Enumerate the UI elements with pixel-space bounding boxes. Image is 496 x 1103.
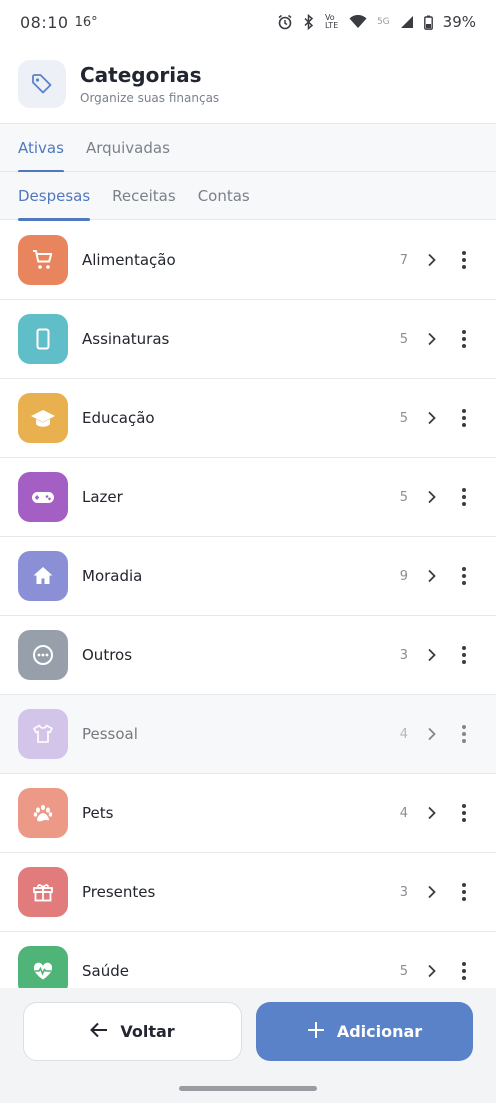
battery-icon [423, 15, 433, 30]
category-row[interactable]: Pets 4 [0, 774, 496, 853]
chevron-right-icon[interactable] [422, 882, 442, 902]
tab-ativas[interactable]: Ativas [18, 124, 64, 173]
gamepad-icon [18, 472, 68, 522]
category-row[interactable]: Pessoal 4 [0, 695, 496, 774]
chevron-right-icon[interactable] [422, 961, 442, 981]
more-vertical-icon[interactable] [454, 485, 474, 509]
category-name: Saúde [82, 962, 129, 980]
category-count: 4 [399, 726, 408, 742]
category-row[interactable]: Moradia 9 [0, 537, 496, 616]
tab-receitas[interactable]: Receitas [112, 172, 176, 220]
chevron-right-icon[interactable] [422, 803, 442, 823]
category-list: Alimentação 7 Assinaturas 5 Educação 5 L… [0, 221, 496, 988]
category-name: Pessoal [82, 725, 138, 743]
more-circle-icon [18, 630, 68, 680]
battery-percent: 39% [442, 13, 476, 31]
home-icon [18, 551, 68, 601]
alarm-icon [277, 14, 293, 30]
status-bar: 08:10 16° Vo LTE 5G 39% [0, 0, 496, 44]
cart-icon [18, 235, 68, 285]
arrow-left-icon [90, 1022, 120, 1042]
category-row[interactable]: Lazer 5 [0, 458, 496, 537]
category-name: Presentes [82, 883, 156, 901]
chevron-right-icon[interactable] [422, 487, 442, 507]
gift-icon [18, 867, 68, 917]
heart-pulse-icon [18, 946, 68, 988]
more-vertical-icon[interactable] [454, 880, 474, 904]
chevron-right-icon[interactable] [422, 566, 442, 586]
category-count: 3 [399, 647, 408, 663]
add-button[interactable]: Adicionar [256, 1002, 473, 1061]
more-vertical-icon[interactable] [454, 801, 474, 825]
bottom-action-bar: Voltar Adicionar [0, 988, 496, 1103]
category-name: Alimentação [82, 251, 176, 269]
category-count: 5 [399, 410, 408, 426]
category-name: Assinaturas [82, 330, 170, 348]
header-text: Categorias Organize suas finanças [80, 63, 219, 105]
tab-arquivadas[interactable]: Arquivadas [86, 124, 170, 172]
category-name: Educação [82, 409, 155, 427]
category-count: 9 [399, 568, 408, 584]
more-vertical-icon[interactable] [454, 722, 474, 746]
add-button-label: Adicionar [336, 1022, 423, 1041]
status-icons: Vo LTE 5G 39% [277, 13, 476, 31]
category-name: Pets [82, 804, 114, 822]
category-count: 5 [399, 963, 408, 979]
shirt-icon [18, 709, 68, 759]
signal-icon [400, 15, 414, 29]
page-subtitle: Organize suas finanças [80, 90, 220, 105]
more-vertical-icon[interactable] [454, 327, 474, 351]
status-temperature: 16° [74, 14, 98, 30]
category-row[interactable]: Alimentação 7 [0, 221, 496, 300]
bluetooth-icon [303, 14, 315, 30]
phone-icon [18, 314, 68, 364]
more-vertical-icon[interactable] [454, 643, 474, 667]
chevron-right-icon[interactable] [422, 250, 442, 270]
category-count: 5 [399, 489, 408, 505]
category-count: 7 [399, 252, 408, 268]
type-tabs: Despesas Receitas Contas [0, 172, 496, 221]
more-vertical-icon[interactable] [454, 248, 474, 272]
chevron-right-icon[interactable] [422, 724, 442, 744]
tab-contas[interactable]: Contas [198, 172, 250, 220]
more-vertical-icon[interactable] [454, 564, 474, 588]
back-button-label: Voltar [120, 1022, 175, 1041]
category-count: 4 [399, 805, 408, 821]
more-vertical-icon[interactable] [454, 406, 474, 430]
paw-icon [18, 788, 68, 838]
category-count: 5 [399, 331, 408, 347]
category-row[interactable]: Outros 3 [0, 616, 496, 695]
graduation-cap-icon [18, 393, 68, 443]
chevron-right-icon[interactable] [422, 408, 442, 428]
chevron-right-icon[interactable] [422, 645, 442, 665]
chevron-right-icon[interactable] [422, 329, 442, 349]
category-row[interactable]: Presentes 3 [0, 853, 496, 932]
category-name: Lazer [82, 488, 123, 506]
wifi-icon [349, 15, 367, 29]
plus-icon [307, 1021, 337, 1043]
category-count: 3 [399, 884, 408, 900]
volte-icon: Vo LTE [324, 13, 339, 30]
tag-icon [18, 59, 66, 108]
category-row[interactable]: Assinaturas 5 [0, 300, 496, 379]
category-row[interactable]: Educação 5 [0, 379, 496, 458]
back-button[interactable]: Voltar [23, 1002, 242, 1061]
more-vertical-icon[interactable] [454, 959, 474, 983]
tab-despesas[interactable]: Despesas [18, 172, 91, 221]
category-name: Outros [82, 646, 133, 664]
page-title: Categorias [80, 62, 202, 87]
status-time: 08:10 [20, 12, 69, 32]
page-header: Categorias Organize suas finanças [0, 44, 496, 124]
status-tabs: Ativas Arquivadas [0, 124, 496, 173]
category-row[interactable]: Saúde 5 [0, 932, 496, 988]
gesture-handle[interactable] [179, 1086, 317, 1091]
category-name: Moradia [82, 567, 143, 585]
5g-icon: 5G [376, 17, 390, 27]
